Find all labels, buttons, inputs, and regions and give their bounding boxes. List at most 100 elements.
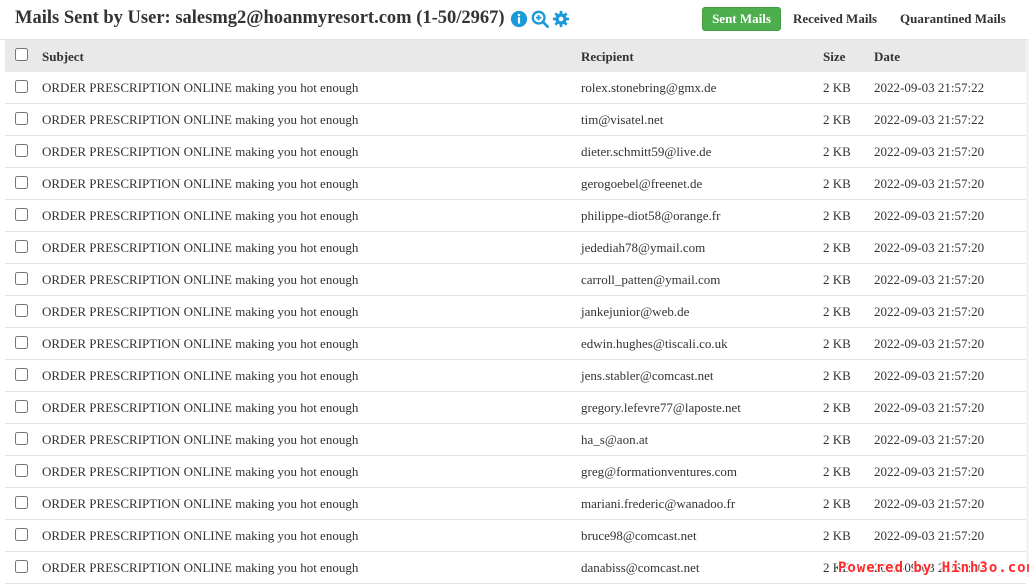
column-header-subject[interactable]: Subject (42, 49, 84, 65)
row-checkbox[interactable] (15, 80, 28, 93)
row-subject: ORDER PRESCRIPTION ONLINE making you hot… (42, 336, 359, 351)
row-date: 2022-09-03 21:57:20 (874, 432, 985, 447)
row-date: 2022-09-03 21:57:20 (874, 400, 985, 415)
row-recipient: greg@formationventures.com (581, 464, 738, 479)
row-recipient: tim@visatel.net (581, 112, 664, 127)
row-subject: ORDER PRESCRIPTION ONLINE making you hot… (42, 464, 359, 479)
row-recipient: philippe-diot58@orange.fr (581, 208, 721, 223)
row-recipient: bruce98@comcast.net (581, 528, 697, 543)
row-size: 2 KB (823, 272, 851, 287)
row-subject: ORDER PRESCRIPTION ONLINE making you hot… (42, 176, 359, 191)
table-header: Subject Recipient Size Date (5, 40, 1026, 72)
row-checkbox[interactable] (15, 112, 28, 125)
gear-icon[interactable] (552, 10, 570, 28)
table-row[interactable]: ORDER PRESCRIPTION ONLINE making you hot… (5, 296, 1026, 328)
row-date: 2022-09-03 21:57:20 (874, 208, 985, 223)
row-checkbox[interactable] (15, 560, 28, 573)
column-header-date[interactable]: Date (874, 49, 900, 65)
row-size: 2 KB (823, 496, 851, 511)
row-recipient: mariani.frederic@wanadoo.fr (581, 496, 736, 511)
row-size: 2 KB (823, 144, 851, 159)
table-row[interactable]: ORDER PRESCRIPTION ONLINE making you hot… (5, 264, 1026, 296)
mail-list: ORDER PRESCRIPTION ONLINE making you hot… (5, 72, 1026, 584)
row-subject: ORDER PRESCRIPTION ONLINE making you hot… (42, 240, 359, 255)
row-checkbox[interactable] (15, 400, 28, 413)
sent-mails-button[interactable]: Sent Mails (702, 7, 781, 31)
zoom-in-icon[interactable] (531, 10, 549, 28)
row-date: 2022-09-03 21:57:22 (874, 112, 985, 127)
column-header-recipient[interactable]: Recipient (581, 49, 634, 65)
row-size: 2 KB (823, 240, 851, 255)
row-checkbox[interactable] (15, 368, 28, 381)
row-checkbox[interactable] (15, 208, 28, 221)
row-subject: ORDER PRESCRIPTION ONLINE making you hot… (42, 432, 359, 447)
row-checkbox[interactable] (15, 432, 28, 445)
row-recipient: ha_s@aon.at (581, 432, 649, 447)
table-row[interactable]: ORDER PRESCRIPTION ONLINE making you hot… (5, 424, 1026, 456)
row-date: 2022-09-03 21:57:22 (874, 80, 985, 95)
table-row[interactable]: ORDER PRESCRIPTION ONLINE making you hot… (5, 168, 1026, 200)
row-size: 2 KB (823, 208, 851, 223)
row-checkbox[interactable] (15, 464, 28, 477)
table-row[interactable]: ORDER PRESCRIPTION ONLINE making you hot… (5, 72, 1026, 104)
row-subject: ORDER PRESCRIPTION ONLINE making you hot… (42, 272, 359, 287)
page-title-container: Mails Sent by User: salesmg2@hoanmyresor… (15, 8, 570, 29)
row-date: 2022-09-03 21:57:20 (874, 336, 985, 351)
table-row[interactable]: ORDER PRESCRIPTION ONLINE making you hot… (5, 200, 1026, 232)
row-date: 2022-09-03 21:57:20 (874, 304, 985, 319)
quarantined-mails-tab[interactable]: Quarantined Mails (900, 7, 1006, 31)
row-checkbox[interactable] (15, 304, 28, 317)
row-recipient: jens.stabler@comcast.net (581, 368, 714, 383)
row-subject: ORDER PRESCRIPTION ONLINE making you hot… (42, 144, 359, 159)
table-row[interactable]: ORDER PRESCRIPTION ONLINE making you hot… (5, 232, 1026, 264)
row-size: 2 KB (823, 336, 851, 351)
row-checkbox[interactable] (15, 240, 28, 253)
row-subject: ORDER PRESCRIPTION ONLINE making you hot… (42, 560, 359, 575)
table-row[interactable]: ORDER PRESCRIPTION ONLINE making you hot… (5, 104, 1026, 136)
select-all-checkbox[interactable] (15, 48, 28, 61)
row-subject: ORDER PRESCRIPTION ONLINE making you hot… (42, 80, 359, 95)
row-date: 2022-09-03 21:57:20 (874, 528, 985, 543)
row-subject: ORDER PRESCRIPTION ONLINE making you hot… (42, 400, 359, 415)
row-date: 2022-09-03 21:57:20 (874, 464, 985, 479)
row-size: 2 KB (823, 432, 851, 447)
info-icon[interactable] (510, 10, 528, 28)
row-subject: ORDER PRESCRIPTION ONLINE making you hot… (42, 368, 359, 383)
row-checkbox[interactable] (15, 272, 28, 285)
received-mails-tab[interactable]: Received Mails (793, 7, 877, 31)
row-subject: ORDER PRESCRIPTION ONLINE making you hot… (42, 304, 359, 319)
row-checkbox[interactable] (15, 336, 28, 349)
table-row[interactable]: ORDER PRESCRIPTION ONLINE making you hot… (5, 328, 1026, 360)
row-recipient: gregory.lefevre77@laposte.net (581, 400, 741, 415)
table-row[interactable]: ORDER PRESCRIPTION ONLINE making you hot… (5, 360, 1026, 392)
row-recipient: edwin.hughes@tiscali.co.uk (581, 336, 728, 351)
table-row[interactable]: ORDER PRESCRIPTION ONLINE making you hot… (5, 520, 1026, 552)
page-title: Mails Sent by User: salesmg2@hoanmyresor… (15, 8, 505, 28)
row-date: 2022-09-03 21:57:20 (874, 272, 985, 287)
row-checkbox[interactable] (15, 496, 28, 509)
row-checkbox[interactable] (15, 176, 28, 189)
table-row[interactable]: ORDER PRESCRIPTION ONLINE making you hot… (5, 488, 1026, 520)
row-size: 2 KB (823, 304, 851, 319)
row-date: 2022-09-03 21:57:20 (874, 368, 985, 383)
row-checkbox[interactable] (15, 528, 28, 541)
table-row[interactable]: ORDER PRESCRIPTION ONLINE making you hot… (5, 136, 1026, 168)
row-subject: ORDER PRESCRIPTION ONLINE making you hot… (42, 496, 359, 511)
row-date: 2022-09-03 21:57:20 (874, 144, 985, 159)
row-subject: ORDER PRESCRIPTION ONLINE making you hot… (42, 112, 359, 127)
row-size: 2 KB (823, 528, 851, 543)
watermark: Powered by Hinh3o.com (838, 560, 1029, 576)
row-recipient: danabiss@comcast.net (581, 560, 700, 575)
page-header: Mails Sent by User: salesmg2@hoanmyresor… (0, 0, 1029, 40)
column-header-size[interactable]: Size (823, 49, 845, 65)
row-subject: ORDER PRESCRIPTION ONLINE making you hot… (42, 208, 359, 223)
row-subject: ORDER PRESCRIPTION ONLINE making you hot… (42, 528, 359, 543)
row-recipient: rolex.stonebring@gmx.de (581, 80, 717, 95)
row-size: 2 KB (823, 80, 851, 95)
table-row[interactable]: ORDER PRESCRIPTION ONLINE making you hot… (5, 456, 1026, 488)
row-size: 2 KB (823, 176, 851, 191)
table-row[interactable]: ORDER PRESCRIPTION ONLINE making you hot… (5, 392, 1026, 424)
row-size: 2 KB (823, 368, 851, 383)
row-checkbox[interactable] (15, 144, 28, 157)
row-recipient: dieter.schmitt59@live.de (581, 144, 712, 159)
